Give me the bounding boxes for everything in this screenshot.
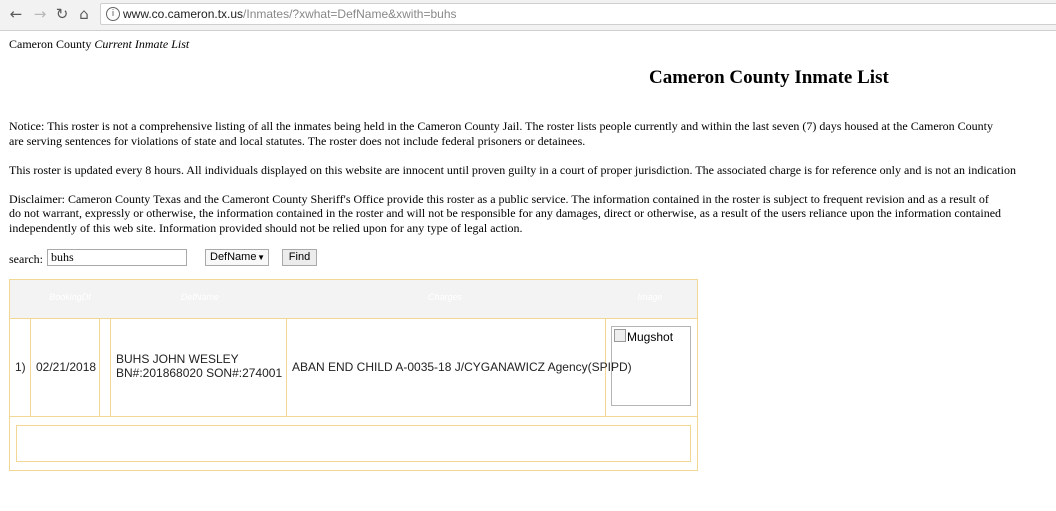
arrow-left-icon[interactable]: ← — [6, 4, 26, 24]
booking-date: 02/21/2018 — [36, 360, 97, 374]
notice-line-2: are serving sentences for violations of … — [9, 134, 586, 148]
mugshot-alt: Mugshot — [614, 329, 673, 344]
reload-icon[interactable]: ↻ — [52, 4, 72, 24]
charges-text: ABAN END CHILD A-0035-18 J/CYGANAWICZ Ag… — [292, 360, 632, 374]
row-index: 1) — [15, 360, 26, 374]
results-table: BookingDt DefName Charges Image 1) 02/21… — [9, 279, 698, 471]
defendant-info: BUHS JOHN WESLEY BN#:201868020 SON#:2740… — [116, 352, 282, 380]
defendant-name-cell: BUHS JOHN WESLEY BN#:201868020 SON#:2740… — [111, 319, 287, 416]
booking-date-cell: 02/21/2018 — [31, 319, 100, 416]
search-form: search: DefName ▼ Find — [9, 249, 409, 269]
search-label: search: — [9, 252, 43, 266]
defendant-name: BUHS JOHN WESLEY — [116, 352, 239, 366]
url-host: www.co.cameron.tx.us — [123, 7, 244, 21]
charges-cell: ABAN END CHILD A-0035-18 J/CYGANAWICZ Ag… — [287, 319, 632, 416]
column-header-defname[interactable]: DefName — [170, 292, 230, 302]
table-row: 1) 02/21/2018 BUHS JOHN WESLEY BN#:20186… — [10, 319, 697, 417]
notice-line-1: Notice: This roster is not a comprehensi… — [9, 119, 994, 133]
browser-toolbar: ← → ↻ ⌂ i www.co.cameron.tx.us/Inmates/?… — [0, 0, 1056, 31]
column-header-image[interactable]: Image — [630, 292, 670, 302]
address-bar[interactable]: i www.co.cameron.tx.us/Inmates/?xwhat=De… — [100, 3, 1056, 25]
site-name: Cameron County — [9, 37, 92, 51]
mugshot-image[interactable]: Mugshot — [611, 326, 691, 406]
search-field-select[interactable]: DefName ▼ — [205, 249, 269, 266]
info-icon[interactable]: i — [106, 7, 120, 21]
disclaimer-line-1: Disclaimer: Cameron County Texas and the… — [9, 192, 989, 206]
disclaimer-line-2: do not warrant, expressly or otherwise, … — [9, 206, 1002, 220]
site-header: Cameron County Current Inmate List — [9, 37, 189, 52]
search-field-selected: DefName — [210, 251, 257, 263]
table-footer-box — [16, 425, 691, 462]
site-subtitle: Current Inmate List — [94, 37, 190, 51]
page-title: Cameron County Inmate List — [649, 67, 889, 88]
home-icon[interactable]: ⌂ — [74, 4, 94, 24]
broken-image-icon — [614, 329, 626, 342]
url-path: /Inmates/?xwhat=DefName&xwith=buhs — [243, 7, 457, 21]
find-button[interactable]: Find — [282, 249, 317, 266]
spacer-cell — [100, 319, 111, 416]
column-header-bookingdt[interactable]: BookingDt — [44, 292, 96, 302]
mugshot-alt-text: Mugshot — [627, 330, 674, 344]
url-text: www.co.cameron.tx.us/Inmates/?xwhat=DefN… — [123, 7, 457, 21]
arrow-right-icon[interactable]: → — [30, 4, 50, 24]
disclaimer-line-3: independently of this web site. Informat… — [9, 221, 523, 235]
row-index-cell: 1) — [10, 319, 31, 416]
update-notice: This roster is updated every 8 hours. Al… — [9, 163, 1016, 177]
dropdown-arrow-icon: ▼ — [257, 253, 265, 262]
column-header-charges[interactable]: Charges — [410, 292, 480, 302]
defendant-numbers: BN#:201868020 SON#:274001 — [116, 366, 283, 380]
table-header: BookingDt DefName Charges Image — [10, 280, 697, 319]
search-input[interactable] — [47, 249, 187, 266]
